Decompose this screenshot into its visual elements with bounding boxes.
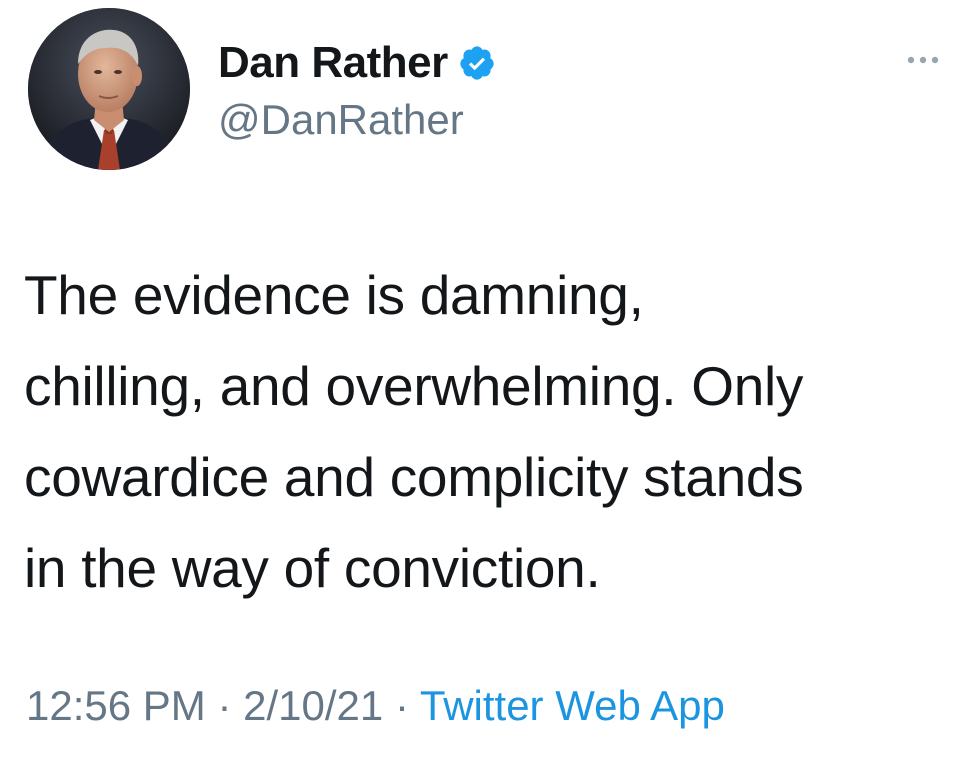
meta-separator: · bbox=[394, 682, 409, 729]
tweet-text: The evidence is damning, chilling, and o… bbox=[24, 250, 954, 614]
display-name[interactable]: Dan Rather bbox=[218, 38, 448, 88]
verified-badge-icon bbox=[458, 44, 496, 82]
tweet-time[interactable]: 12:56 PM bbox=[26, 682, 206, 729]
meta-separator: · bbox=[217, 682, 232, 729]
tweet-date[interactable]: 2/10/21 bbox=[243, 682, 383, 729]
tweet-card: Dan Rather @DanRather The evidence is da… bbox=[0, 0, 960, 763]
tweet-text-line: chilling, and overwhelming. Only bbox=[24, 355, 804, 417]
tweet-source-link[interactable]: Twitter Web App bbox=[420, 682, 725, 729]
avatar-photo-icon bbox=[28, 8, 190, 170]
tweet-text-line: The evidence is damning, bbox=[24, 264, 644, 326]
avatar[interactable] bbox=[28, 8, 190, 170]
tweet-text-line: in the way of conviction. bbox=[24, 537, 601, 599]
name-row: Dan Rather bbox=[218, 34, 496, 92]
author-identity: Dan Rather @DanRather bbox=[218, 34, 496, 144]
tweet-text-line: cowardice and complicity stands bbox=[24, 446, 804, 508]
author-handle[interactable]: @DanRather bbox=[218, 96, 496, 144]
tweet-meta: 12:56 PM · 2/10/21 · Twitter Web App bbox=[26, 682, 725, 730]
more-options-icon[interactable] bbox=[906, 50, 940, 70]
